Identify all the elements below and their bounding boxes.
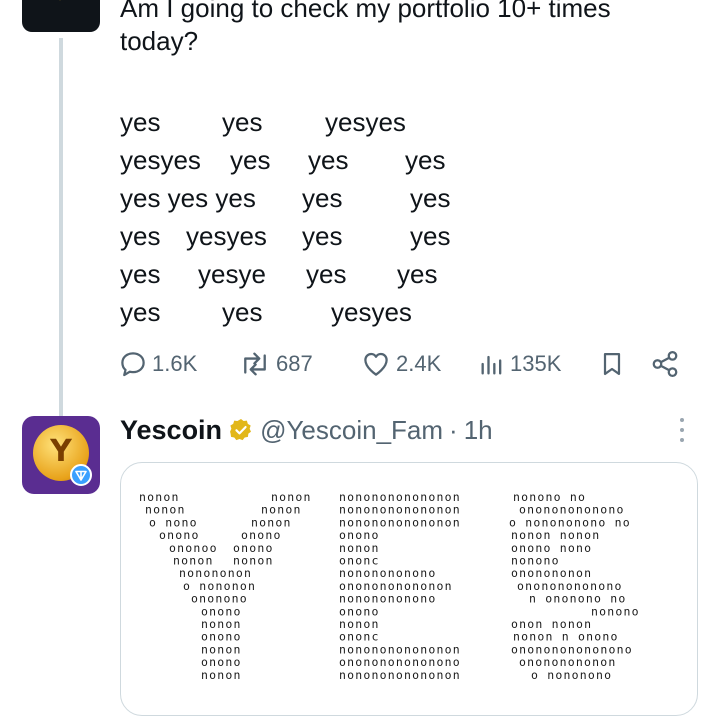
yes-art-text: yes — [308, 145, 349, 175]
tweet-action-bar: 1.6K 687 2.4K 135K — [118, 343, 688, 385]
yes-art-text: yesyes — [331, 297, 412, 327]
user-handle[interactable]: @Yescoin_Fam — [260, 415, 443, 446]
yes-art-text: yes — [230, 145, 271, 175]
yes-art-text: yes — [410, 221, 451, 251]
reply-button[interactable]: 1.6K — [118, 343, 197, 385]
views-icon — [481, 355, 502, 375]
separator: · — [449, 414, 458, 445]
yes-art-text: yes — [410, 183, 451, 213]
share-icon — [652, 351, 678, 377]
yes-art-row: yes yes yes yes yes — [120, 181, 640, 219]
yes-art-text: yes yes yes — [120, 183, 256, 213]
tweet-line: Am I going to check my portfolio 10+ tim… — [120, 0, 611, 23]
yes-art-text: yes — [222, 297, 263, 327]
like-button[interactable]: 2.4K — [360, 343, 441, 385]
yes-art-text: yes — [306, 259, 347, 289]
yes-art-text: yes — [120, 107, 161, 137]
yes-art-row: yes yesyes yes yes — [120, 219, 640, 257]
card-art-text: o nononono — [531, 668, 612, 682]
yes-art-text: yes — [120, 297, 161, 327]
like-icon — [364, 352, 388, 376]
yes-art-text: yes — [405, 145, 446, 175]
yes-art-row: yes yes yesyes — [120, 105, 640, 143]
views-count: 135K — [510, 351, 562, 376]
repost-button[interactable]: 687 — [238, 343, 313, 385]
card-art-text: nonono — [591, 604, 640, 618]
yes-art-text: yes — [302, 183, 343, 213]
yes-art-row: yes yes yesyes — [120, 295, 640, 333]
reply-header: Yescoin @Yescoin_Fam · 1h — [120, 412, 493, 448]
yes-image-card[interactable]: nonon nonon nononononononon nonono no nonon n… — [120, 462, 698, 716]
post-time[interactable]: 1h — [464, 415, 493, 446]
verified-badge-icon[interactable] — [228, 417, 254, 443]
reply-icon — [121, 352, 145, 377]
share-button[interactable] — [650, 343, 680, 385]
display-name[interactable]: Yescoin — [120, 415, 222, 446]
yes-art-text: yesye — [198, 259, 266, 289]
logo-icon — [41, 0, 79, 2]
card-art-text: nonon — [201, 668, 242, 682]
yes-art-text: yes — [302, 221, 343, 251]
repost-count: 687 — [276, 351, 313, 376]
bookmark-button[interactable] — [598, 343, 626, 385]
yes-art-row: yesyes yes yes yes — [120, 143, 640, 181]
top-author-avatar[interactable] — [22, 0, 100, 32]
nonon-ascii-image: nonon nonon nononononononon nonono nononon n… — [139, 490, 640, 682]
reply-count: 1.6K — [152, 351, 198, 376]
yes-art-text: yes — [222, 107, 263, 137]
views-button[interactable]: 135K — [478, 343, 561, 385]
tweet-text: Am I going to check my portfolio 10+ tim… — [120, 0, 700, 58]
like-count: 2.4K — [396, 351, 442, 376]
yes-art-text: yes — [397, 259, 438, 289]
yes-art-text: yes — [120, 259, 161, 289]
ton-badge-icon — [70, 464, 92, 486]
yes-art-row: yes yesye yes yes — [120, 257, 640, 295]
yes-art-text: yes — [120, 221, 161, 251]
thread-connector-line — [59, 38, 63, 416]
tweet-line: today? — [120, 26, 199, 56]
yes-art-text: yesyes — [120, 145, 201, 175]
repost-icon — [244, 352, 266, 376]
yes-ascii-art: yes yes yesyes yesyes yes yes yes yes ye… — [120, 105, 640, 333]
yes-art-text: yesyes — [325, 107, 406, 137]
card-art-text: nononononononon — [339, 668, 461, 682]
yes-art-text: yesyes — [186, 221, 267, 251]
bookmark-icon — [603, 352, 621, 376]
more-icon[interactable] — [678, 418, 686, 446]
